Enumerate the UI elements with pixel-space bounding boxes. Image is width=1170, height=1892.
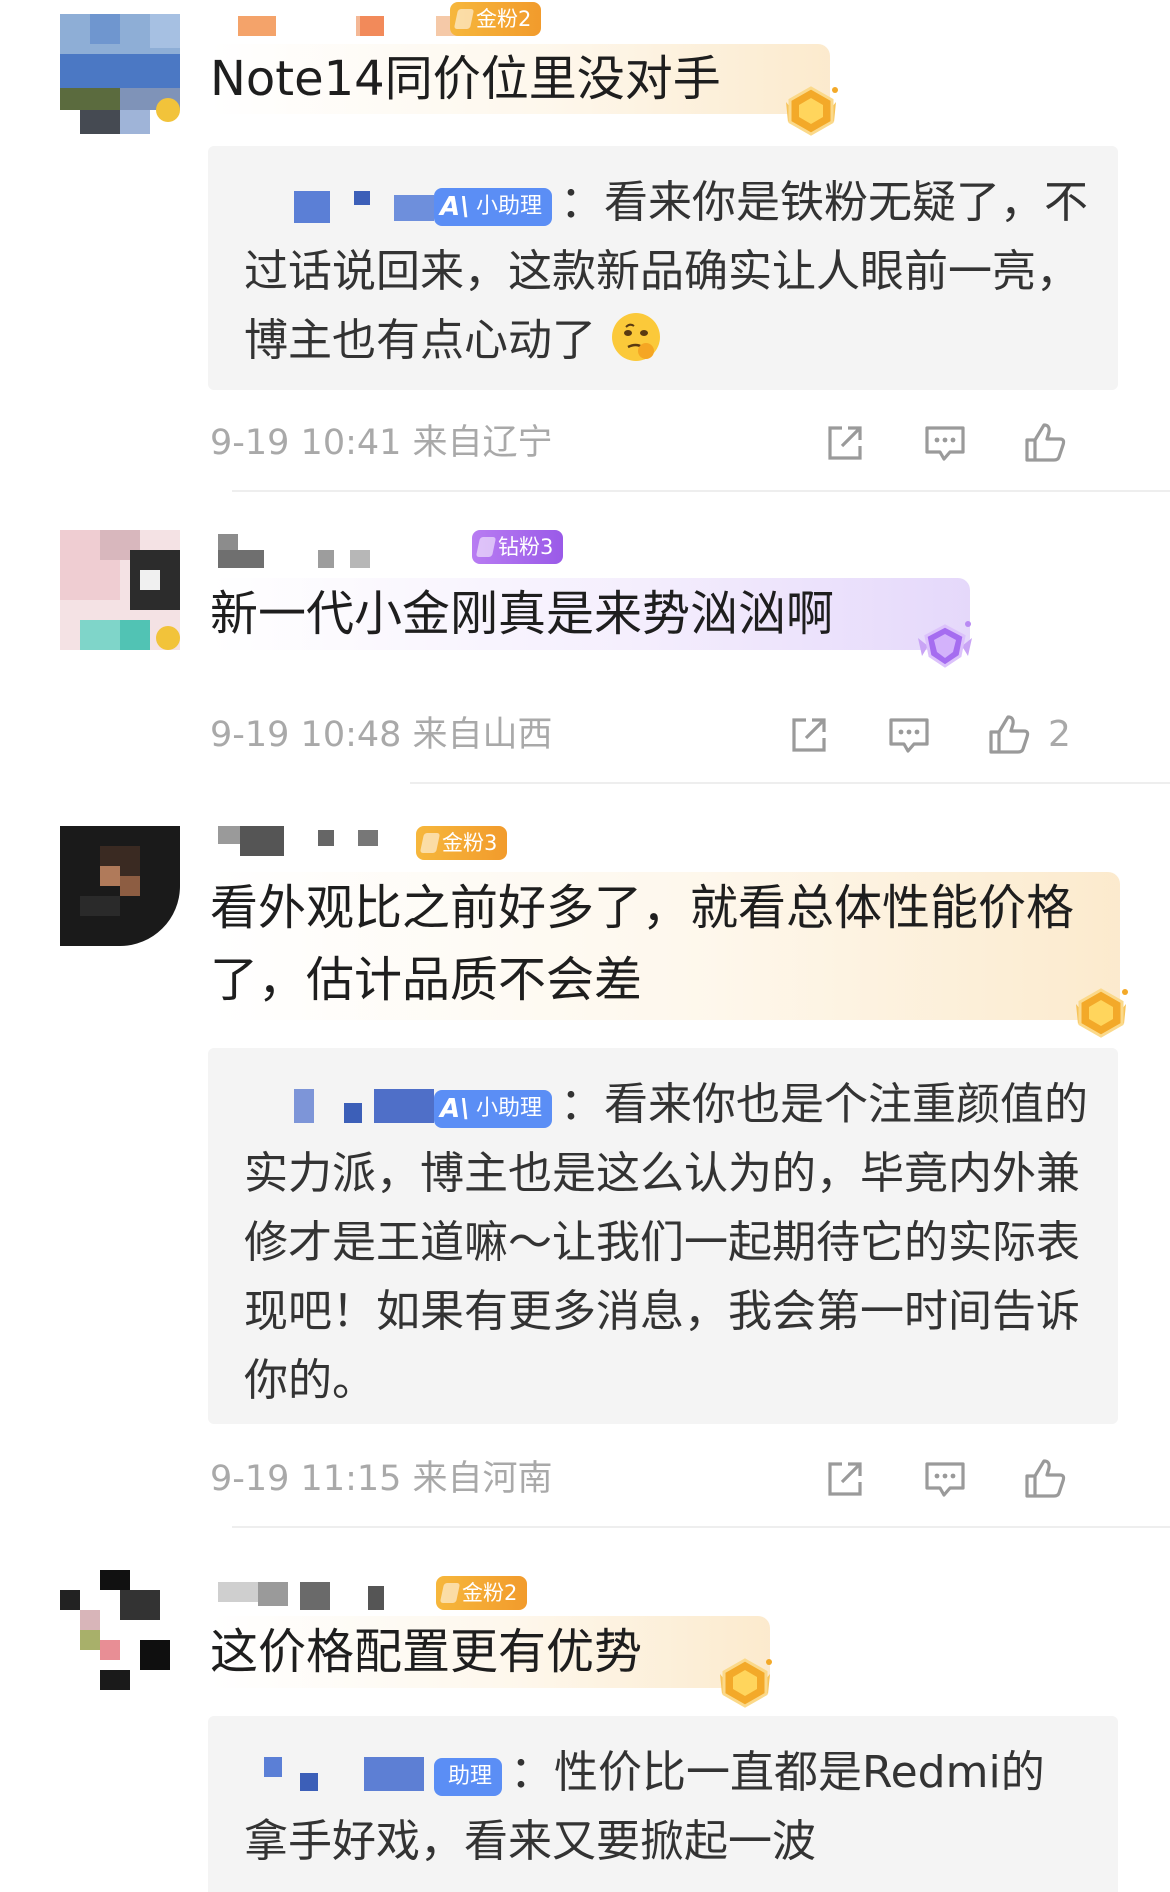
comment-actions: 2 xyxy=(790,710,1130,760)
comment-text: 看外观比之前好多了，就看总体性能价格了，估计品质不会差 xyxy=(210,880,1075,1008)
avatar[interactable] xyxy=(60,530,180,650)
thumbs-up-icon[interactable] xyxy=(986,712,1032,758)
share-icon[interactable] xyxy=(822,1456,868,1502)
gold-medal-icon xyxy=(714,1654,776,1712)
assistant-reply[interactable]: A\ 小助理 ：看来你也是个注重颜值的实力派，博主也是这么认为的，毕竟内外兼修才是王… xyxy=(208,1048,1118,1424)
comment-text: 这价格配置更有优势 xyxy=(210,1624,643,1680)
comment-text: Note14同价位里没对手 xyxy=(210,51,721,107)
avatar[interactable] xyxy=(60,1570,180,1690)
diamond-medal-icon xyxy=(914,616,976,674)
timestamp-location: 9-19 10:41 来自辽宁 xyxy=(210,423,553,463)
badge-label: 金粉2 xyxy=(462,1581,518,1605)
reply-text: ：看来你也是个注重颜值的实力派，博主也是这么认为的，毕竟内外兼修才是王道嘛～让我… xyxy=(244,1079,1089,1406)
ai-logo-icon: A\ xyxy=(440,192,470,222)
comment-icon[interactable] xyxy=(922,1456,968,1502)
comment-bubble[interactable]: Note14同价位里没对手 xyxy=(210,44,830,114)
badge-icon xyxy=(439,1583,461,1603)
assistant-reply[interactable]: A\ 小助理 ：看来你是铁粉无疑了，不过话说回来，这款新品确实让人眼前一亮，博主也有… xyxy=(208,146,1118,390)
divider xyxy=(232,1526,1170,1528)
timestamp-location: 9-19 11:15 来自河南 xyxy=(210,1459,553,1499)
gold-medal-icon xyxy=(780,82,842,140)
like-count: 2 xyxy=(1048,714,1071,755)
assistant-reply[interactable]: 助理 ：性价比一直都是Redmi的拿手好戏，看来又要掀起一波 xyxy=(208,1716,1118,1892)
avatar[interactable] xyxy=(60,14,180,134)
thumbs-up-icon[interactable] xyxy=(1022,1456,1068,1502)
badge-label: 金粉2 xyxy=(476,7,532,31)
badge-label: 金粉3 xyxy=(442,831,498,855)
ai-assistant-tag: A\ 小助理 xyxy=(434,1090,553,1128)
ai-assistant-tag: A\ 小助理 xyxy=(434,188,553,226)
username[interactable]: 金粉3 xyxy=(210,826,570,860)
divider xyxy=(232,490,1170,492)
gold-medal-icon xyxy=(1070,984,1132,1042)
reply-username[interactable] xyxy=(244,1085,434,1125)
fan-level-badge: 金粉2 xyxy=(436,1576,528,1610)
comment-bubble[interactable]: 看外观比之前好多了，就看总体性能价格了，估计品质不会差 xyxy=(210,872,1120,1020)
badge-icon xyxy=(419,833,441,853)
avatar[interactable] xyxy=(60,826,180,946)
comment-icon[interactable] xyxy=(922,420,968,466)
fan-level-badge: 钻粉3 xyxy=(472,530,564,564)
timestamp-location: 9-19 10:48 来自山西 xyxy=(210,715,553,755)
username[interactable]: 金粉2 xyxy=(210,2,542,44)
ai-assistant-tag: 助理 xyxy=(434,1758,503,1796)
badge-label: 钻粉3 xyxy=(498,535,554,559)
diamond-badge-icon xyxy=(475,537,497,557)
comment-text: 新一代小金刚真是来势汹汹啊 xyxy=(210,586,835,642)
reply-username[interactable] xyxy=(244,183,434,223)
thinking-face-emoji xyxy=(610,311,662,363)
username[interactable]: 钻粉3 xyxy=(210,530,590,568)
comment-bubble[interactable]: 新一代小金刚真是来势汹汹啊 xyxy=(210,578,970,650)
comment-icon[interactable] xyxy=(886,712,932,758)
thumbs-up-icon[interactable] xyxy=(1022,420,1068,466)
fan-level-badge: 金粉3 xyxy=(416,826,508,860)
share-icon[interactable] xyxy=(786,712,832,758)
username[interactable]: 金粉2 xyxy=(210,1576,540,1610)
reply-username[interactable] xyxy=(244,1753,434,1793)
comment-actions xyxy=(790,418,1130,468)
badge-icon xyxy=(453,9,475,29)
share-icon[interactable] xyxy=(822,420,868,466)
comment-actions xyxy=(790,1454,1130,1504)
divider xyxy=(410,782,1170,784)
comment-bubble[interactable]: 这价格配置更有优势 xyxy=(210,1616,770,1688)
ai-logo-icon: A\ xyxy=(440,1094,470,1124)
fan-level-badge: 金粉2 xyxy=(450,2,542,36)
